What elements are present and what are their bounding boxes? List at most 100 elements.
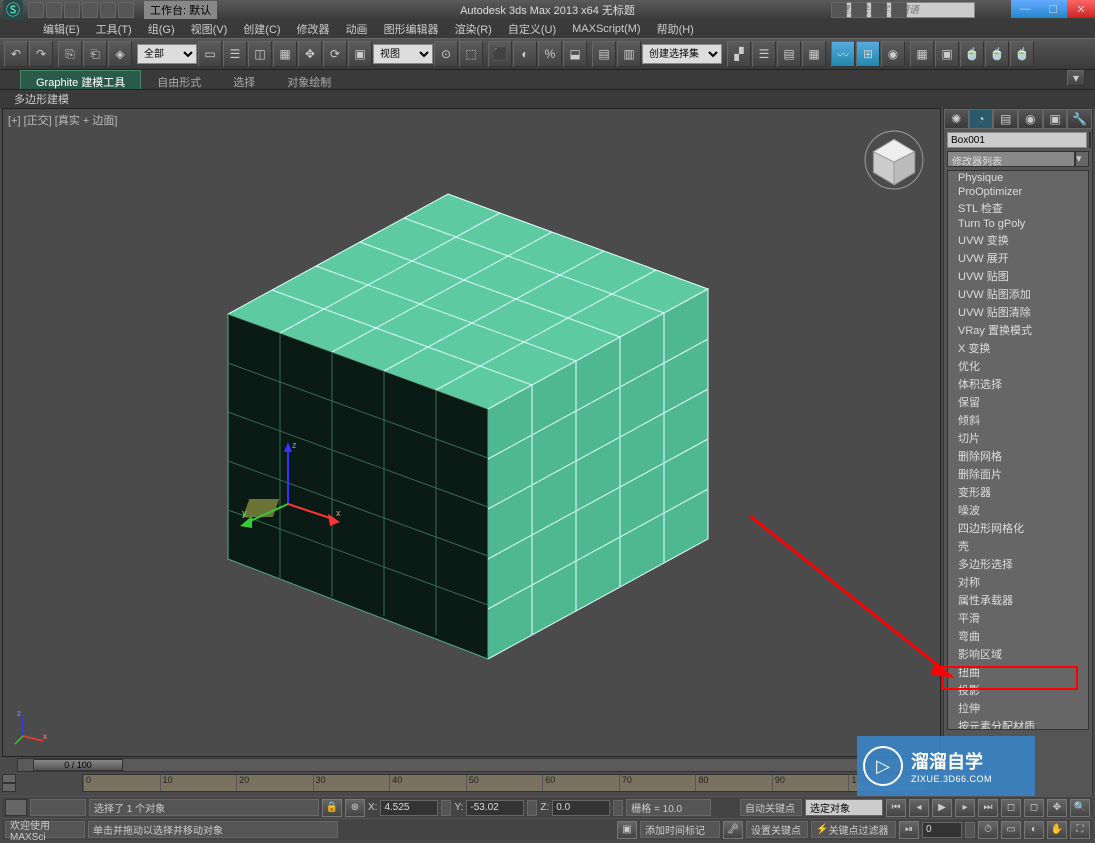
window-maximize[interactable]: ☐ — [1039, 0, 1067, 18]
nav-zoom-btn[interactable]: 🔍 — [1070, 799, 1090, 817]
help-icon[interactable] — [891, 2, 907, 18]
scale-btn[interactable]: ▣ — [348, 41, 372, 67]
modifier-item[interactable]: 投影 — [948, 681, 1088, 699]
key-target-dropdown[interactable]: 选定对象 — [805, 799, 883, 816]
unlink-btn[interactable]: ⎗ — [83, 41, 107, 67]
x-coord-input[interactable] — [380, 800, 438, 816]
modifier-item[interactable]: 属性承载器 — [948, 591, 1088, 609]
workspace-selector[interactable]: 工作台: 默认 — [144, 1, 217, 19]
current-frame-input[interactable] — [922, 822, 962, 838]
modifier-item[interactable]: 倾斜 — [948, 411, 1088, 429]
modifier-item[interactable]: 删除网格 — [948, 447, 1088, 465]
menu-创建(C)[interactable]: 创建(C) — [235, 19, 288, 39]
select-btn[interactable]: ▭ — [198, 41, 222, 67]
modifier-item[interactable]: 扭曲 — [948, 663, 1088, 681]
nav-orbit-btn[interactable]: ✋ — [1047, 821, 1067, 839]
modifier-item[interactable]: 按元素分配材质 — [948, 717, 1088, 729]
modifier-item[interactable]: 对称 — [948, 573, 1088, 591]
window-close[interactable]: ✕ — [1067, 0, 1095, 18]
window-minimize[interactable]: — — [1011, 0, 1039, 18]
named-sel-edit[interactable]: ▤ — [592, 41, 616, 67]
mirror-btn[interactable]: ▞ — [727, 41, 751, 67]
menu-动画[interactable]: 动画 — [338, 19, 376, 39]
modifier-item[interactable]: 弯曲 — [948, 627, 1088, 645]
key-mode-icon[interactable]: 🗝 — [723, 821, 743, 839]
cmd-tab-modify[interactable]: ◔ — [969, 109, 994, 129]
snap-toggle[interactable]: ⬛ — [488, 41, 512, 67]
script-listener-icon[interactable] — [5, 799, 27, 816]
modifier-item[interactable]: 多边形选择 — [948, 555, 1088, 573]
modifier-item[interactable]: 体积选择 — [948, 375, 1088, 393]
next-frame-btn[interactable]: ▸ — [955, 799, 975, 817]
qat-save[interactable] — [64, 2, 80, 18]
selection-filter[interactable]: 全部 — [137, 44, 197, 64]
named-sel-mgr[interactable]: ▥ — [617, 41, 641, 67]
time-slider[interactable]: 0 / 100 — [33, 759, 123, 771]
modifier-item[interactable]: Physique — [948, 171, 1088, 185]
menu-帮助(H)[interactable]: 帮助(H) — [649, 19, 702, 39]
manipulate-btn[interactable]: ⬚ — [459, 41, 483, 67]
qat-new[interactable] — [28, 2, 44, 18]
z-spinner[interactable] — [613, 800, 623, 816]
move-btn[interactable]: ✥ — [298, 41, 322, 67]
select-region-btn[interactable]: ◫ — [248, 41, 272, 67]
modifier-dropdown-arrow[interactable]: ▾ — [1075, 151, 1089, 167]
frame-spinner[interactable] — [965, 822, 975, 838]
bind-btn[interactable]: ◈ — [108, 41, 132, 67]
qat-redo[interactable] — [100, 2, 116, 18]
menu-视图(V)[interactable]: 视图(V) — [183, 19, 236, 39]
play-btn[interactable]: ▶ — [932, 799, 952, 817]
render-frame-btn[interactable]: ▣ — [935, 41, 959, 67]
modifier-item[interactable]: X 变换 — [948, 339, 1088, 357]
qat-more[interactable] — [118, 2, 134, 18]
timeline-left-icon[interactable] — [2, 774, 16, 783]
ref-coord-system[interactable]: 视图 — [373, 44, 433, 64]
time-config-btn[interactable]: ⏱ — [978, 821, 998, 839]
viewcube[interactable] — [863, 129, 925, 191]
layers-btn[interactable]: ▤ — [777, 41, 801, 67]
ribbon-toggle[interactable]: ▦ — [802, 41, 826, 67]
timeline-right-icon[interactable] — [2, 783, 16, 792]
modifier-item[interactable]: 删除面片 — [948, 465, 1088, 483]
undo-btn[interactable]: ↶ — [4, 41, 28, 67]
app-icon[interactable]: Ⓢ — [3, 0, 23, 20]
modifier-item[interactable]: 拉伸 — [948, 699, 1088, 717]
nav-zoom-ext-btn[interactable]: ▭ — [1001, 821, 1021, 839]
menu-修改器[interactable]: 修改器 — [289, 19, 338, 39]
menu-自定义(U)[interactable]: 自定义(U) — [500, 19, 564, 39]
menu-组(G)[interactable]: 组(G) — [140, 19, 183, 39]
render-iterative-btn[interactable]: 🍵 — [985, 41, 1009, 67]
modifier-item[interactable]: 保留 — [948, 393, 1088, 411]
viewport-label[interactable]: [+] [正交] [真实 + 边面] — [8, 112, 117, 128]
rotate-btn[interactable]: ⟳ — [323, 41, 347, 67]
link-btn[interactable]: ⎘ — [58, 41, 82, 67]
search-icon[interactable] — [831, 2, 847, 18]
key-filters-button[interactable]: ⚡关键点过滤器 — [811, 821, 896, 838]
goto-start-btn[interactable]: ⏮ — [886, 799, 906, 817]
qat-undo[interactable] — [82, 2, 98, 18]
cmd-tab-utilities[interactable]: 🔧 — [1067, 109, 1092, 129]
goto-end-btn[interactable]: ⏭ — [978, 799, 998, 817]
cmd-tab-display[interactable]: ▣ — [1043, 109, 1068, 129]
modifier-list[interactable]: PhysiqueProOptimizerSTL 检查Turn To gPolyU… — [948, 171, 1088, 729]
nav-max-btn[interactable]: ⛶ — [1070, 821, 1090, 839]
render-setup-btn[interactable]: ▦ — [910, 41, 934, 67]
track-bar[interactable]: 0102030405060708090100 — [82, 774, 926, 792]
y-coord-input[interactable] — [466, 800, 524, 816]
spinner-snap[interactable]: ⬓ — [563, 41, 587, 67]
align-btn[interactable]: ☰ — [752, 41, 776, 67]
rendered-box[interactable] — [208, 179, 718, 679]
set-key-button[interactable]: 设置关键点 — [746, 821, 808, 838]
nav-pan-btn[interactable]: ✥ — [1047, 799, 1067, 817]
modifier-item[interactable]: 影响区域 — [948, 645, 1088, 663]
move-gizmo[interactable]: z x y — [228, 434, 348, 554]
modifier-item[interactable]: 优化 — [948, 357, 1088, 375]
select-name-btn[interactable]: ☰ — [223, 41, 247, 67]
modifier-item[interactable]: UVW 贴图添加 — [948, 285, 1088, 303]
menu-工具(T)[interactable]: 工具(T) — [88, 19, 140, 39]
modifier-list-dropdown[interactable]: 修改器列表 — [947, 151, 1075, 167]
comm-center-icon[interactable] — [851, 2, 867, 18]
window-crossing-btn[interactable]: ▦ — [273, 41, 297, 67]
render-production-btn[interactable]: 🍵 — [1010, 41, 1034, 67]
schematic-view-btn[interactable]: ⊞ — [856, 41, 880, 67]
